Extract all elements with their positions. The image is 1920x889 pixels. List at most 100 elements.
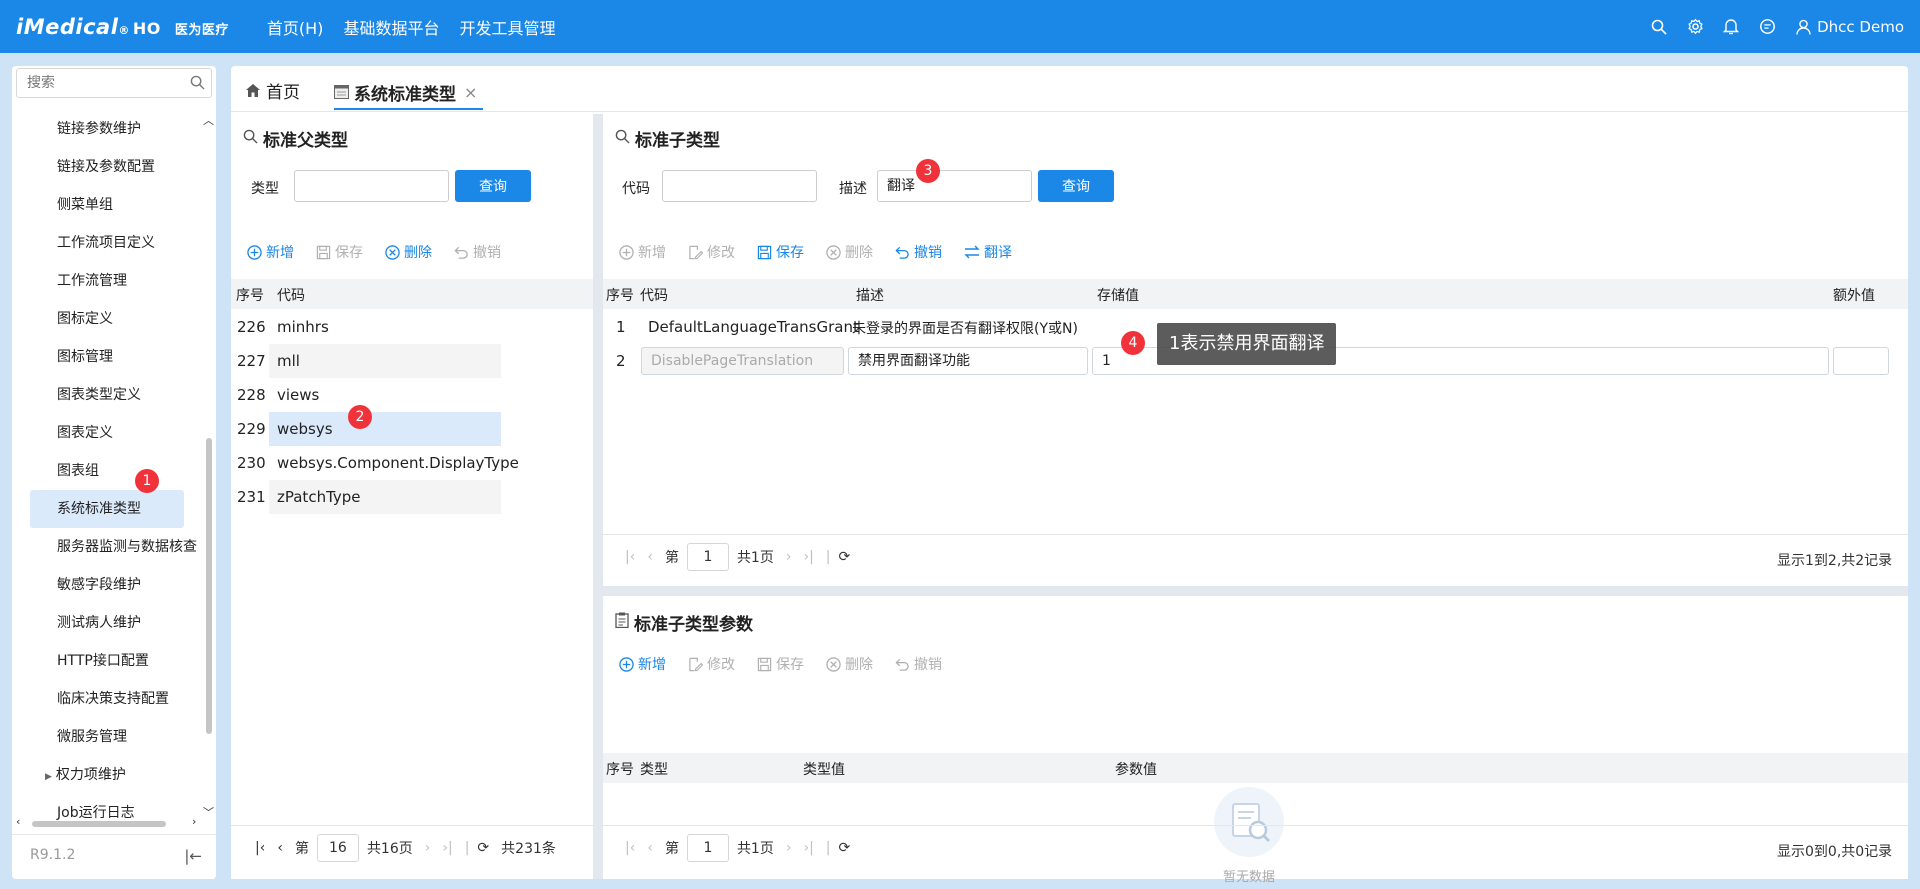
gear-icon[interactable] bbox=[1686, 18, 1704, 36]
nav-basic-data[interactable]: 基础数据平台 bbox=[343, 15, 439, 39]
child-undo-button[interactable]: 撤销 bbox=[895, 242, 942, 262]
parent-add-button[interactable]: 新增 bbox=[247, 242, 294, 262]
page-input[interactable]: 1 bbox=[686, 543, 729, 571]
message-icon[interactable] bbox=[1758, 18, 1776, 36]
sidebar-item[interactable]: 服务器监测与数据核查 bbox=[12, 528, 212, 566]
refresh-icon[interactable]: ⟳ bbox=[477, 840, 489, 856]
scroll-left-icon[interactable]: ‹ bbox=[16, 815, 20, 828]
param-add-button[interactable]: 新增 bbox=[619, 654, 666, 674]
scroll-right-icon[interactable]: › bbox=[192, 815, 196, 828]
sidebar-item[interactable]: 图标定义 bbox=[12, 300, 212, 338]
column-header-type-value: 类型值 bbox=[803, 762, 845, 778]
edit-desc-cell[interactable]: 禁用界面翻译功能 bbox=[848, 347, 1088, 375]
tab-system-standard-type[interactable]: 系统标准类型 × bbox=[334, 76, 484, 110]
sidebar-item[interactable]: 测试病人维护 bbox=[12, 604, 212, 642]
sidebar-item[interactable]: 敏感字段维护 bbox=[12, 566, 212, 604]
scroll-down-icon[interactable]: ﹀ bbox=[203, 804, 214, 820]
table-row[interactable]: 226 minhrs bbox=[231, 310, 593, 344]
child-edit-button[interactable]: 修改 bbox=[688, 242, 735, 262]
edit-extra-cell[interactable] bbox=[1833, 347, 1889, 375]
first-page-icon[interactable]: |‹ bbox=[625, 549, 635, 565]
sidebar-item[interactable]: 图标管理 bbox=[12, 338, 212, 376]
prev-page-icon[interactable]: ‹ bbox=[277, 840, 283, 856]
desc-label: 描述 bbox=[839, 181, 867, 197]
parent-delete-button[interactable]: 删除 bbox=[385, 242, 432, 262]
nav-dev-tools[interactable]: 开发工具管理 bbox=[459, 15, 555, 39]
last-page-icon[interactable]: ›| bbox=[803, 549, 813, 565]
page-input[interactable]: 16 bbox=[316, 834, 359, 862]
child-add-button[interactable]: 新增 bbox=[619, 242, 666, 262]
table-row-selected[interactable]: 229 websys bbox=[231, 412, 593, 446]
param-save-button[interactable]: 保存 bbox=[757, 654, 804, 674]
first-page-icon[interactable]: |‹ bbox=[625, 840, 635, 856]
sidebar-item-group[interactable]: ▶ 权力项维护 bbox=[12, 756, 212, 794]
sidebar-item[interactable]: 图表定义 bbox=[12, 414, 212, 452]
child-query-button[interactable]: 查询 bbox=[1038, 170, 1114, 202]
child-translate-button[interactable]: 翻译 bbox=[964, 242, 1012, 262]
home-icon bbox=[245, 83, 261, 98]
search-icon[interactable] bbox=[1650, 18, 1668, 36]
next-page-icon[interactable]: › bbox=[786, 549, 792, 565]
column-header-param-value: 参数值 bbox=[1115, 762, 1157, 778]
tab-bar: 首页 系统标准类型 × bbox=[231, 66, 1908, 112]
parent-undo-button[interactable]: 撤销 bbox=[454, 242, 501, 262]
sidebar-item[interactable]: 工作流管理 bbox=[12, 262, 212, 300]
param-edit-button[interactable]: 修改 bbox=[688, 654, 735, 674]
page-input[interactable]: 1 bbox=[686, 834, 729, 862]
code-label: 代码 bbox=[622, 181, 650, 197]
close-tab-icon[interactable]: × bbox=[464, 83, 477, 102]
parent-query-button[interactable]: 查询 bbox=[455, 170, 531, 202]
parent-pager: |‹ ‹ 第 16 共16页 › ›| | ⟳ 共231条 bbox=[255, 834, 556, 862]
column-header-value: 存储值 bbox=[1097, 288, 1139, 304]
desc-input[interactable]: 翻译 bbox=[877, 170, 1032, 202]
tab-home[interactable]: 首页 bbox=[245, 78, 300, 103]
last-page-icon[interactable]: ›| bbox=[803, 840, 813, 856]
user-name: Dhcc Demo bbox=[1817, 17, 1904, 36]
scroll-up-icon[interactable]: ︿ bbox=[203, 112, 214, 128]
next-page-icon[interactable]: › bbox=[425, 840, 431, 856]
sidebar-item[interactable]: 链接参数维护 bbox=[12, 110, 212, 148]
sidebar-item[interactable]: 图表组 bbox=[12, 452, 212, 490]
table-row[interactable]: 231 zPatchType bbox=[231, 480, 593, 514]
prev-page-icon[interactable]: ‹ bbox=[647, 549, 653, 565]
sidebar-scrollbar-vertical[interactable] bbox=[206, 438, 212, 734]
type-input[interactable] bbox=[294, 170, 449, 202]
sidebar-item[interactable]: 临床决策支持配置 bbox=[12, 680, 212, 718]
collapse-sidebar-icon[interactable]: |← bbox=[184, 847, 202, 865]
refresh-icon[interactable]: ⟳ bbox=[839, 840, 851, 856]
child-delete-button[interactable]: 删除 bbox=[826, 242, 873, 262]
table-row[interactable]: 230 websys.Component.DisplayType bbox=[231, 446, 593, 480]
sidebar-item[interactable]: 侧菜单组 bbox=[12, 186, 212, 224]
prev-page-icon[interactable]: ‹ bbox=[647, 840, 653, 856]
annotation-badge-3: 3 bbox=[916, 159, 940, 183]
last-page-icon[interactable]: ›| bbox=[442, 840, 452, 856]
sidebar-item[interactable]: HTTP接口配置 bbox=[12, 642, 212, 680]
table-row[interactable]: 228 views bbox=[231, 378, 593, 412]
sidebar-search-input[interactable] bbox=[27, 69, 187, 97]
search-icon[interactable] bbox=[190, 75, 205, 94]
nav-home[interactable]: 首页(H) bbox=[267, 15, 324, 39]
sidebar-item[interactable]: 微服务管理 bbox=[12, 718, 212, 756]
param-delete-button[interactable]: 删除 bbox=[826, 654, 873, 674]
sidebar-scrollbar-horizontal[interactable] bbox=[32, 821, 166, 827]
edit-code-cell[interactable]: DisablePageTranslation bbox=[641, 347, 844, 375]
parent-save-button[interactable]: 保存 bbox=[316, 242, 363, 262]
child-table-header: 序号 代码 描述 存储值 额外值 bbox=[603, 279, 1908, 309]
next-page-icon[interactable]: › bbox=[786, 840, 792, 856]
column-header-code: 代码 bbox=[640, 288, 668, 304]
main-content: 首页 系统标准类型 × 标准父类型 类型 查询 新增 保存 删除 撤销 序号 代… bbox=[231, 66, 1908, 885]
param-undo-button[interactable]: 撤销 bbox=[895, 654, 942, 674]
sidebar-item-active[interactable]: 系统标准类型 bbox=[30, 490, 184, 528]
sidebar-item[interactable]: 图表类型定义 bbox=[12, 376, 212, 414]
user-menu[interactable]: Dhcc Demo bbox=[1796, 18, 1904, 36]
sidebar-item[interactable]: 链接及参数配置 bbox=[12, 148, 212, 186]
first-page-icon[interactable]: |‹ bbox=[255, 840, 265, 856]
bell-icon[interactable] bbox=[1722, 18, 1740, 36]
code-input[interactable] bbox=[662, 170, 817, 202]
sidebar-item[interactable]: 工作流项目定义 bbox=[12, 224, 212, 262]
caret-right-icon: ▶ bbox=[45, 772, 52, 782]
child-save-button[interactable]: 保存 bbox=[757, 242, 804, 262]
table-row[interactable]: 227 mll bbox=[231, 344, 593, 378]
param-record-summary: 显示0到0,共0记录 bbox=[1777, 844, 1893, 860]
refresh-icon[interactable]: ⟳ bbox=[839, 549, 851, 565]
